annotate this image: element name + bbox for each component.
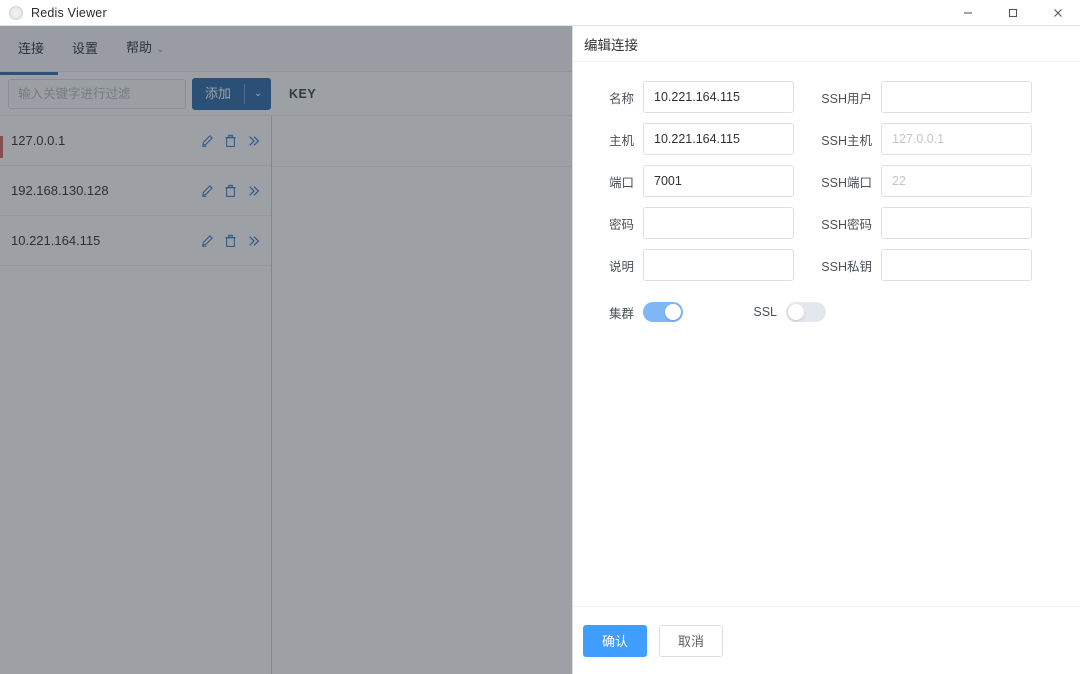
- field-description-label: 说明: [608, 259, 634, 274]
- dialog-form: 名称 SSH用户 主机 SSH主机: [573, 62, 1080, 606]
- field-name: 名称: [583, 81, 794, 113]
- password-input[interactable]: [643, 207, 794, 239]
- app-logo-icon: [9, 5, 23, 20]
- field-ssh-port-label: SSH端口: [821, 175, 872, 190]
- form-row-toggles: 集群 SSL: [573, 290, 1080, 334]
- field-name-label: 名称: [608, 91, 634, 106]
- field-description: 说明: [583, 249, 794, 281]
- field-ssh-private-key-label: SSH私钥: [821, 259, 872, 274]
- ssl-toggle[interactable]: [786, 302, 826, 322]
- dialog-footer: 确认 取消: [573, 606, 1080, 674]
- field-host: 主机: [583, 123, 794, 155]
- form-row-port: 端口 SSH端口: [573, 160, 1080, 202]
- field-ssh-host-label: SSH主机: [821, 133, 872, 148]
- close-icon[interactable]: [1035, 0, 1080, 26]
- cluster-toggle[interactable]: [643, 302, 683, 322]
- window-title: Redis Viewer: [31, 5, 107, 20]
- ssh-private-key-input[interactable]: [881, 249, 1032, 281]
- field-ssh-host: SSH主机: [815, 123, 1032, 155]
- field-ssh-password: SSH密码: [815, 207, 1032, 239]
- field-port-label: 端口: [608, 175, 634, 190]
- cluster-toggle-group: 集群: [583, 302, 683, 322]
- field-ssh-user: SSH用户: [815, 81, 1032, 113]
- cluster-toggle-knob: [665, 304, 681, 320]
- field-host-label: 主机: [608, 133, 634, 148]
- cluster-toggle-label: 集群: [608, 306, 634, 321]
- form-row-description: 说明 SSH私钥: [573, 244, 1080, 286]
- maximize-icon[interactable]: [990, 0, 1035, 26]
- ssl-toggle-group: SSL: [720, 302, 826, 322]
- description-input[interactable]: [643, 249, 794, 281]
- dialog-title: 编辑连接: [573, 26, 1080, 62]
- edit-connection-dialog: 编辑连接 名称 SSH用户 主机: [572, 26, 1080, 674]
- ssh-host-input[interactable]: [881, 123, 1032, 155]
- host-input[interactable]: [643, 123, 794, 155]
- name-input[interactable]: [643, 81, 794, 113]
- field-ssh-password-label: SSH密码: [821, 217, 872, 232]
- field-password-label: 密码: [608, 217, 634, 232]
- port-input[interactable]: [643, 165, 794, 197]
- form-row-host: 主机 SSH主机: [573, 118, 1080, 160]
- field-ssh-private-key: SSH私钥: [815, 249, 1032, 281]
- minimize-icon[interactable]: [945, 0, 990, 26]
- ssh-user-input[interactable]: [881, 81, 1032, 113]
- application-window: Redis Viewer 连接 设置 帮助⌄ 添加 ⌄: [0, 0, 1080, 674]
- ssh-password-input[interactable]: [881, 207, 1032, 239]
- ssl-toggle-label: SSL: [753, 305, 777, 319]
- confirm-button[interactable]: 确认: [583, 624, 648, 657]
- field-password: 密码: [583, 207, 794, 239]
- field-ssh-user-label: SSH用户: [821, 91, 872, 106]
- field-port: 端口: [583, 165, 794, 197]
- window-controls: [945, 0, 1080, 26]
- ssh-port-input[interactable]: [881, 165, 1032, 197]
- cancel-button[interactable]: 取消: [659, 624, 724, 657]
- ssl-toggle-knob: [788, 304, 804, 320]
- form-row-password: 密码 SSH密码: [573, 202, 1080, 244]
- title-bar: Redis Viewer: [0, 0, 1080, 26]
- form-row-name: 名称 SSH用户: [573, 76, 1080, 118]
- field-ssh-port: SSH端口: [815, 165, 1032, 197]
